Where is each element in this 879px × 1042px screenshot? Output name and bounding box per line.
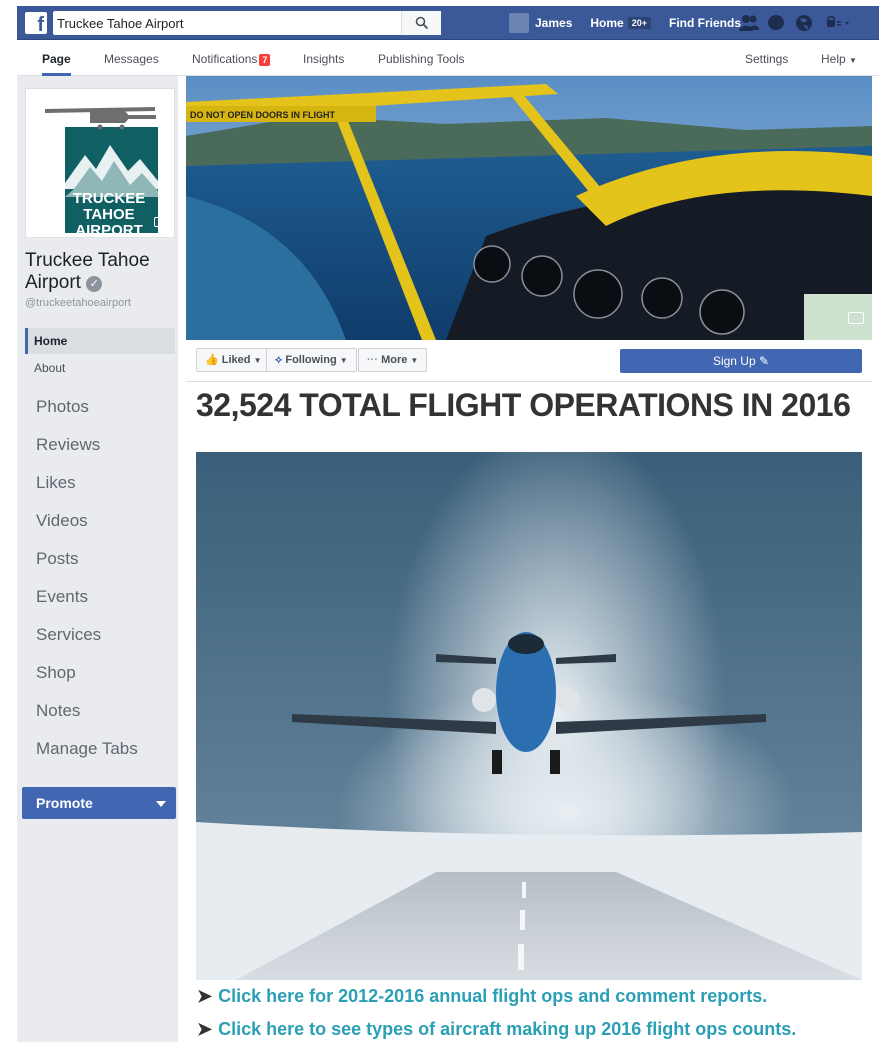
sidebar-item-likes[interactable]: Likes <box>36 464 176 502</box>
top-nav: James Home 20+ Find Friends <box>509 6 759 40</box>
tab-page[interactable]: Page <box>42 40 71 76</box>
help-menu[interactable]: Help ▼ <box>821 40 857 76</box>
logo-line: TRUCKEE <box>72 190 146 207</box>
logo-line: TAHOE <box>83 206 135 223</box>
tab-insights[interactable]: Insights <box>303 40 344 76</box>
find-friends-link[interactable]: Find Friends <box>669 16 741 30</box>
sidebar-item-reviews[interactable]: Reviews <box>36 426 176 464</box>
notification-icons <box>739 14 853 32</box>
following-button[interactable]: ⟡ Following ▼ <box>266 348 357 372</box>
sidebar-item-manage-tabs[interactable]: Manage Tabs <box>36 730 176 768</box>
friend-requests-icon[interactable] <box>739 14 759 32</box>
sidebar-item-events[interactable]: Events <box>36 578 176 616</box>
page-name[interactable]: Truckee Tahoe Airport ✓ <box>25 250 175 294</box>
caret-down-icon: ▼ <box>339 356 348 365</box>
sign-up-label: Sign Up <box>712 354 756 368</box>
sidebar-item-home[interactable]: Home <box>25 328 175 354</box>
home-badge: 20+ <box>627 17 651 29</box>
cover-sign-text: DO NOT OPEN DOORS IN FLIGHT <box>190 110 336 120</box>
camera-icon[interactable] <box>848 312 864 324</box>
thumbs-up-icon: 👍 <box>205 354 219 366</box>
profile-link[interactable]: James <box>509 13 572 33</box>
more-button[interactable]: ··· More ▼ <box>358 348 428 372</box>
tab-publishing-tools-label: Publishing Tools <box>378 52 465 66</box>
messenger-icon[interactable] <box>767 14 785 32</box>
sidebar-item-shop[interactable]: Shop <box>36 654 176 692</box>
more-label: More <box>381 354 408 366</box>
logo-line: AIRPORT <box>75 222 143 239</box>
camera-icon[interactable] <box>154 217 168 227</box>
tab-publishing-tools[interactable]: Publishing Tools <box>378 40 465 76</box>
following-label: Following <box>285 354 337 366</box>
home-link[interactable]: Home 20+ <box>590 16 651 30</box>
notifications-badge: 7 <box>259 54 271 66</box>
flight-ops-report-text: Click here for 2012-2016 annual flight o… <box>218 986 768 1006</box>
caret-down-icon <box>156 801 166 807</box>
page-action-bar: 👍 Liked ▼ ⟡ Following ▼ ··· More ▼ Sign … <box>186 340 872 382</box>
sidebar-item-services[interactable]: Services <box>36 616 176 654</box>
promote-label: Promote <box>36 795 93 811</box>
tab-notifications-label: Notifications <box>192 52 258 66</box>
quick-help-icon[interactable] <box>823 14 853 32</box>
page-admin-nav: Page Messages Notifications 7 Insights Pu… <box>17 40 879 76</box>
arrow-right-icon: ➤ <box>197 1019 213 1039</box>
logo-text: TRUCKEE TAHOE AIRPORT <box>64 191 154 239</box>
search-button[interactable] <box>401 11 441 35</box>
tab-messages[interactable]: Messages <box>104 40 159 76</box>
tab-messages-label: Messages <box>104 52 159 66</box>
tab-notifications[interactable]: Notifications 7 <box>192 40 271 76</box>
user-name: James <box>535 16 573 30</box>
promote-button[interactable]: Promote <box>22 787 176 819</box>
facebook-logo-icon[interactable]: f <box>25 12 47 34</box>
cockpit-view-image: DO NOT OPEN DOORS IN FLIGHT <box>186 76 872 340</box>
search-input[interactable] <box>57 11 397 35</box>
find-friends-label: Find Friends <box>669 16 741 30</box>
jet-takeoff-image <box>196 452 862 980</box>
settings-label: Settings <box>745 52 789 66</box>
search-box <box>53 11 441 35</box>
search-icon <box>415 16 429 30</box>
arrow-right-icon: ➤ <box>197 986 213 1006</box>
tab-insights-label: Insights <box>303 52 345 66</box>
sidebar-item-posts[interactable]: Posts <box>36 540 176 578</box>
sidebar-item-notes[interactable]: Notes <box>36 692 176 730</box>
page-handle[interactable]: @truckeetahoeairport <box>25 297 131 309</box>
aircraft-types-link[interactable]: ➤ Click here to see types of aircraft mak… <box>197 1019 796 1040</box>
caret-down-icon: ▼ <box>410 356 419 365</box>
caret-down-icon: ▼ <box>849 56 857 65</box>
pencil-icon: ✎ <box>758 354 770 368</box>
sidebar-item-videos[interactable]: Videos <box>36 502 176 540</box>
settings-link[interactable]: Settings <box>745 40 788 76</box>
verified-check-icon: ✓ <box>86 276 103 292</box>
aircraft-types-text: Click here to see types of aircraft maki… <box>218 1019 797 1039</box>
cover-photo[interactable]: DO NOT OPEN DOORS IN FLIGHT <box>186 76 872 340</box>
sidebar-item-photos[interactable]: Photos <box>36 388 176 426</box>
caret-down-icon: ▼ <box>253 356 262 365</box>
avatar <box>509 13 529 33</box>
liked-button[interactable]: 👍 Liked ▼ <box>196 348 271 372</box>
ellipsis-icon: ··· <box>367 354 378 366</box>
rss-icon: ⟡ <box>275 354 283 366</box>
profile-picture[interactable]: TRUCKEE TAHOE AIRPORT <box>25 88 175 239</box>
liked-label: Liked <box>221 354 251 366</box>
flight-ops-report-link[interactable]: ➤ Click here for 2012-2016 annual flight … <box>197 986 767 1007</box>
headline: 32,524 TOTAL FLIGHT OPERATIONS IN 2016 <box>196 387 851 423</box>
left-sidebar: TRUCKEE TAHOE AIRPORT Truckee Tahoe Airp… <box>17 76 178 1042</box>
globe-icon[interactable] <box>795 14 813 32</box>
sign-up-button[interactable]: Sign Up ✎ <box>620 349 862 373</box>
help-label: Help <box>821 52 846 66</box>
top-bar: f James Home 20+ Find Friends <box>17 6 879 40</box>
sidebar-item-about[interactable]: About <box>34 356 65 380</box>
sidebar-links: Photos Reviews Likes Videos Posts Events… <box>36 388 176 768</box>
tab-page-label: Page <box>42 52 71 66</box>
home-label: Home <box>590 16 624 30</box>
runway-jet-photo[interactable] <box>196 452 862 980</box>
